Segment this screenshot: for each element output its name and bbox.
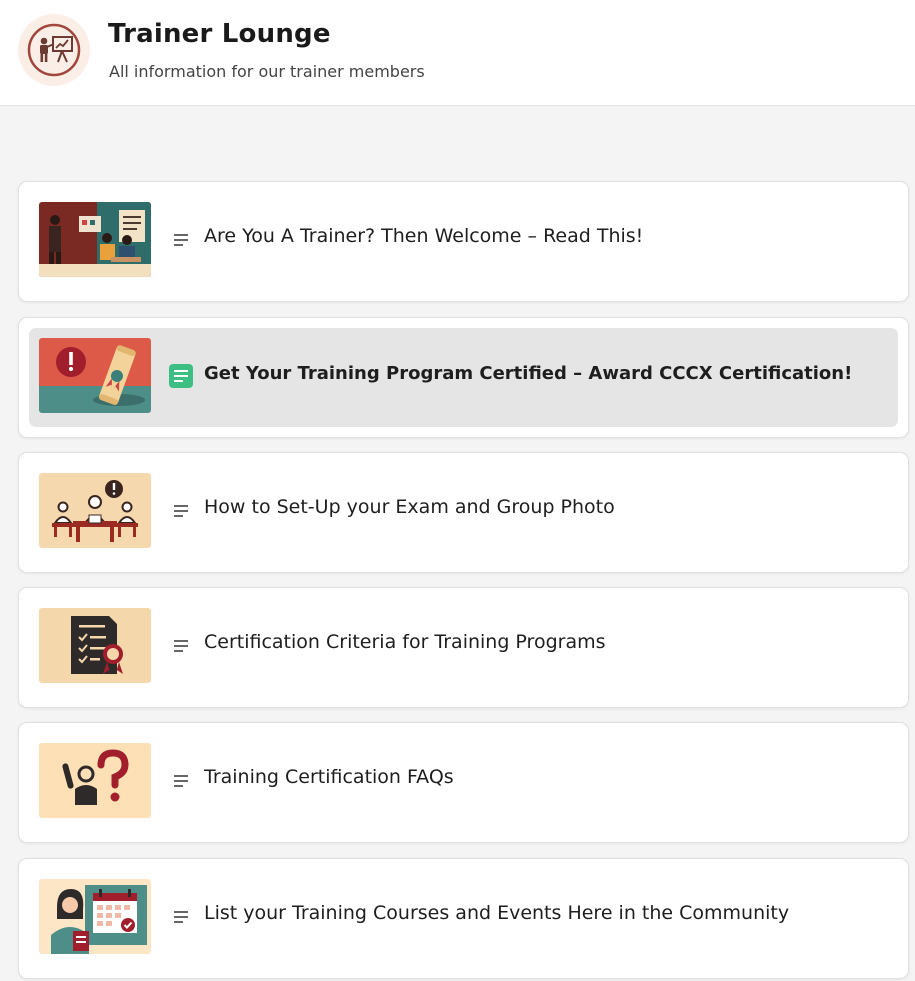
list-item-body: Training Certification FAQs: [29, 733, 898, 832]
exam-room-thumbnail: [39, 473, 151, 548]
presenter-board-icon: [27, 23, 81, 77]
list-item-title[interactable]: Certification Criteria for Training Prog…: [204, 631, 606, 653]
list-item[interactable]: List your Training Courses and Events He…: [18, 858, 909, 979]
list-item-body: Are You A Trainer? Then Welcome – Read T…: [29, 192, 898, 291]
list-item-title[interactable]: Training Certification FAQs: [204, 766, 454, 788]
list-item-body: Certification Criteria for Training Prog…: [29, 598, 898, 697]
list-item-body: List your Training Courses and Events He…: [29, 869, 898, 968]
list-item-title[interactable]: Get Your Training Program Certified – Aw…: [204, 363, 852, 384]
document-lines-icon: [169, 364, 193, 388]
calendar-event-thumbnail: [39, 879, 151, 954]
document-lines-icon: [169, 228, 193, 252]
checklist-clipboard-thumbnail: [39, 608, 151, 683]
list-item[interactable]: Certification Criteria for Training Prog…: [18, 587, 909, 708]
list-item[interactable]: Are You A Trainer? Then Welcome – Read T…: [18, 181, 909, 302]
certificate-scroll-thumbnail: [39, 338, 151, 413]
document-lines-icon: [169, 634, 193, 658]
page-subtitle: All information for our trainer members: [109, 62, 425, 81]
list-item[interactable]: How to Set-Up your Exam and Group Photo: [18, 452, 909, 573]
document-lines-icon: [169, 499, 193, 523]
page-header: Trainer Lounge All information for our t…: [0, 0, 915, 106]
document-lines-icon: [169, 769, 193, 793]
document-lines-icon: [169, 905, 193, 929]
page-title: Trainer Lounge: [108, 19, 331, 49]
list-item-title[interactable]: List your Training Courses and Events He…: [204, 902, 789, 924]
list-item[interactable]: Training Certification FAQs: [18, 722, 909, 843]
list-item-title[interactable]: How to Set-Up your Exam and Group Photo: [204, 496, 615, 518]
list-item-body: Get Your Training Program Certified – Aw…: [29, 328, 898, 427]
list-item-active[interactable]: Get Your Training Program Certified – Aw…: [18, 317, 909, 438]
question-person-thumbnail: [39, 743, 151, 818]
list-item-body: How to Set-Up your Exam and Group Photo: [29, 463, 898, 562]
space-avatar: [18, 14, 90, 86]
trainer-classroom-thumbnail: [39, 202, 151, 277]
list-item-title[interactable]: Are You A Trainer? Then Welcome – Read T…: [204, 225, 643, 247]
